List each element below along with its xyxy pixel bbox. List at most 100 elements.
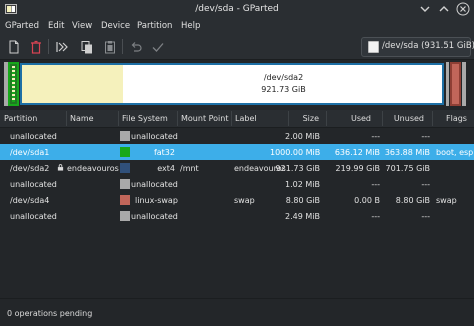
minimize-button[interactable] — [418, 2, 432, 16]
diskmap-sda2-name: /dev/sda2 — [263, 73, 304, 82]
cell-used: --- — [371, 132, 380, 141]
table-row[interactable]: unallocated unallocated 1.02 MiB --- --- — [0, 176, 474, 192]
chevron-down-icon — [420, 6, 430, 12]
table-row[interactable]: /dev/sda1 fat32 1000.00 MiB 636.12 MiB 3… — [0, 144, 474, 160]
column-separator — [326, 111, 327, 126]
column-used[interactable]: Used — [330, 114, 371, 123]
column-name[interactable]: Name — [70, 114, 94, 123]
undo-button[interactable] — [128, 39, 144, 55]
diskmap-sda2-size: 921.73 GiB — [261, 85, 306, 94]
cell-file-system: unallocated — [131, 180, 178, 189]
apply-button[interactable] — [150, 39, 166, 55]
new-partition-button[interactable] — [6, 39, 22, 55]
table-row[interactable]: /dev/sda4 linux-swap swap 8.80 GiB 0.00 … — [0, 192, 474, 208]
cell-unused: --- — [421, 180, 430, 189]
cell-size: 2.00 MiB — [285, 132, 320, 141]
lock-icon — [57, 164, 64, 171]
paste-icon — [105, 41, 115, 54]
column-separator — [382, 111, 383, 126]
delete-partition-button[interactable] — [28, 39, 44, 55]
chevron-up-icon — [439, 6, 449, 12]
table-row[interactable]: /dev/sda2 endeavouros ext4 /mnt endeavou… — [0, 160, 474, 176]
cell-unused: --- — [421, 132, 430, 141]
resize-move-icon — [56, 42, 68, 52]
cell-used: 636.12 MiB — [334, 148, 380, 157]
disk-icon — [368, 41, 379, 53]
paste-button[interactable] — [102, 39, 118, 55]
fs-color-swatch — [120, 195, 130, 205]
diskmap-sda1-used — [12, 66, 15, 102]
column-separator — [177, 111, 178, 126]
device-selector[interactable]: /dev/sda (931.51 GiB) — [361, 37, 474, 57]
cell-file-system: linux-swap — [135, 196, 178, 205]
cell-mount-point: /mnt — [180, 164, 199, 173]
cell-unused: --- — [421, 212, 430, 221]
fs-color-swatch — [120, 179, 130, 189]
column-separator — [66, 111, 67, 126]
cell-name: endeavouros — [67, 164, 119, 173]
cell-file-system: unallocated — [131, 132, 178, 141]
device-selector-label: /dev/sda (931.51 GiB) — [382, 41, 474, 51]
cell-used: --- — [371, 180, 380, 189]
cell-used: 0.00 B — [354, 196, 380, 205]
cell-flags: boot, esp — [436, 148, 474, 157]
cell-partition: unallocated — [10, 180, 57, 189]
column-partition[interactable]: Partition — [4, 114, 37, 123]
cell-partition: unallocated — [10, 132, 57, 141]
close-button[interactable] — [456, 2, 470, 16]
cell-file-system: unallocated — [131, 212, 178, 221]
cell-size: 2.49 MiB — [285, 212, 320, 221]
diskmap-sda2-used — [22, 65, 123, 103]
menu-view[interactable]: View — [72, 21, 92, 31]
undo-icon — [131, 42, 142, 52]
cell-used: --- — [371, 212, 380, 221]
cell-unused: 363.88 MiB — [384, 148, 430, 157]
column-separator — [432, 111, 433, 126]
cell-partition: /dev/sda2 — [10, 164, 50, 173]
window-title: /dev/sda - GParted — [195, 4, 279, 14]
cell-size: 1.02 MiB — [285, 180, 320, 189]
column-flags[interactable]: Flags — [446, 114, 467, 123]
toolbar-separator — [48, 39, 49, 54]
copy-icon — [81, 41, 92, 54]
cell-file-system: ext4 — [157, 164, 175, 173]
cell-flags: swap — [436, 196, 457, 205]
close-icon — [456, 2, 470, 16]
diskmap-unallocated[interactable] — [446, 62, 449, 106]
cell-partition: /dev/sda1 — [10, 148, 50, 157]
column-file-system[interactable]: File System — [122, 114, 168, 123]
column-mount-point[interactable]: Mount Point — [181, 114, 228, 123]
copy-button[interactable] — [79, 39, 95, 55]
menu-partition[interactable]: Partition — [137, 21, 172, 31]
cell-used: 219.99 GiB — [335, 164, 380, 173]
cell-size: 8.80 GiB — [285, 196, 320, 205]
maximize-button[interactable] — [437, 2, 451, 16]
cell-size: 1000.00 MiB — [270, 148, 321, 157]
toolbar-separator — [122, 39, 123, 54]
column-separator — [118, 111, 119, 126]
cell-file-system: fat32 — [153, 148, 175, 157]
cell-unused: 8.80 GiB — [395, 196, 430, 205]
cell-partition: unallocated — [10, 212, 57, 221]
cell-size: 921.73 GiB — [275, 164, 320, 173]
diskmap-unallocated[interactable] — [462, 62, 466, 106]
column-unused[interactable]: Unused — [386, 114, 424, 123]
column-separator — [231, 111, 232, 126]
table-row[interactable]: unallocated unallocated 2.49 MiB --- --- — [0, 208, 474, 224]
column-size[interactable]: Size — [288, 114, 319, 123]
diskmap-sda4[interactable] — [450, 62, 461, 106]
menu-gparted[interactable]: GParted — [5, 21, 39, 31]
status-text: 0 operations pending — [7, 309, 93, 318]
apply-checkmark-icon — [152, 43, 164, 52]
fs-color-swatch — [120, 211, 130, 221]
cell-partition: /dev/sda4 — [10, 196, 50, 205]
table-row[interactable]: unallocated unallocated 2.00 MiB --- --- — [0, 128, 474, 144]
delete-icon — [31, 40, 41, 54]
menu-device[interactable]: Device — [101, 21, 130, 31]
new-document-icon — [9, 40, 19, 54]
menu-help[interactable]: Help — [181, 21, 200, 31]
menu-edit[interactable]: Edit — [48, 21, 64, 31]
resize-move-button[interactable] — [54, 39, 70, 55]
column-label[interactable]: Label — [235, 114, 257, 123]
diskmap-sda1[interactable] — [8, 62, 19, 106]
